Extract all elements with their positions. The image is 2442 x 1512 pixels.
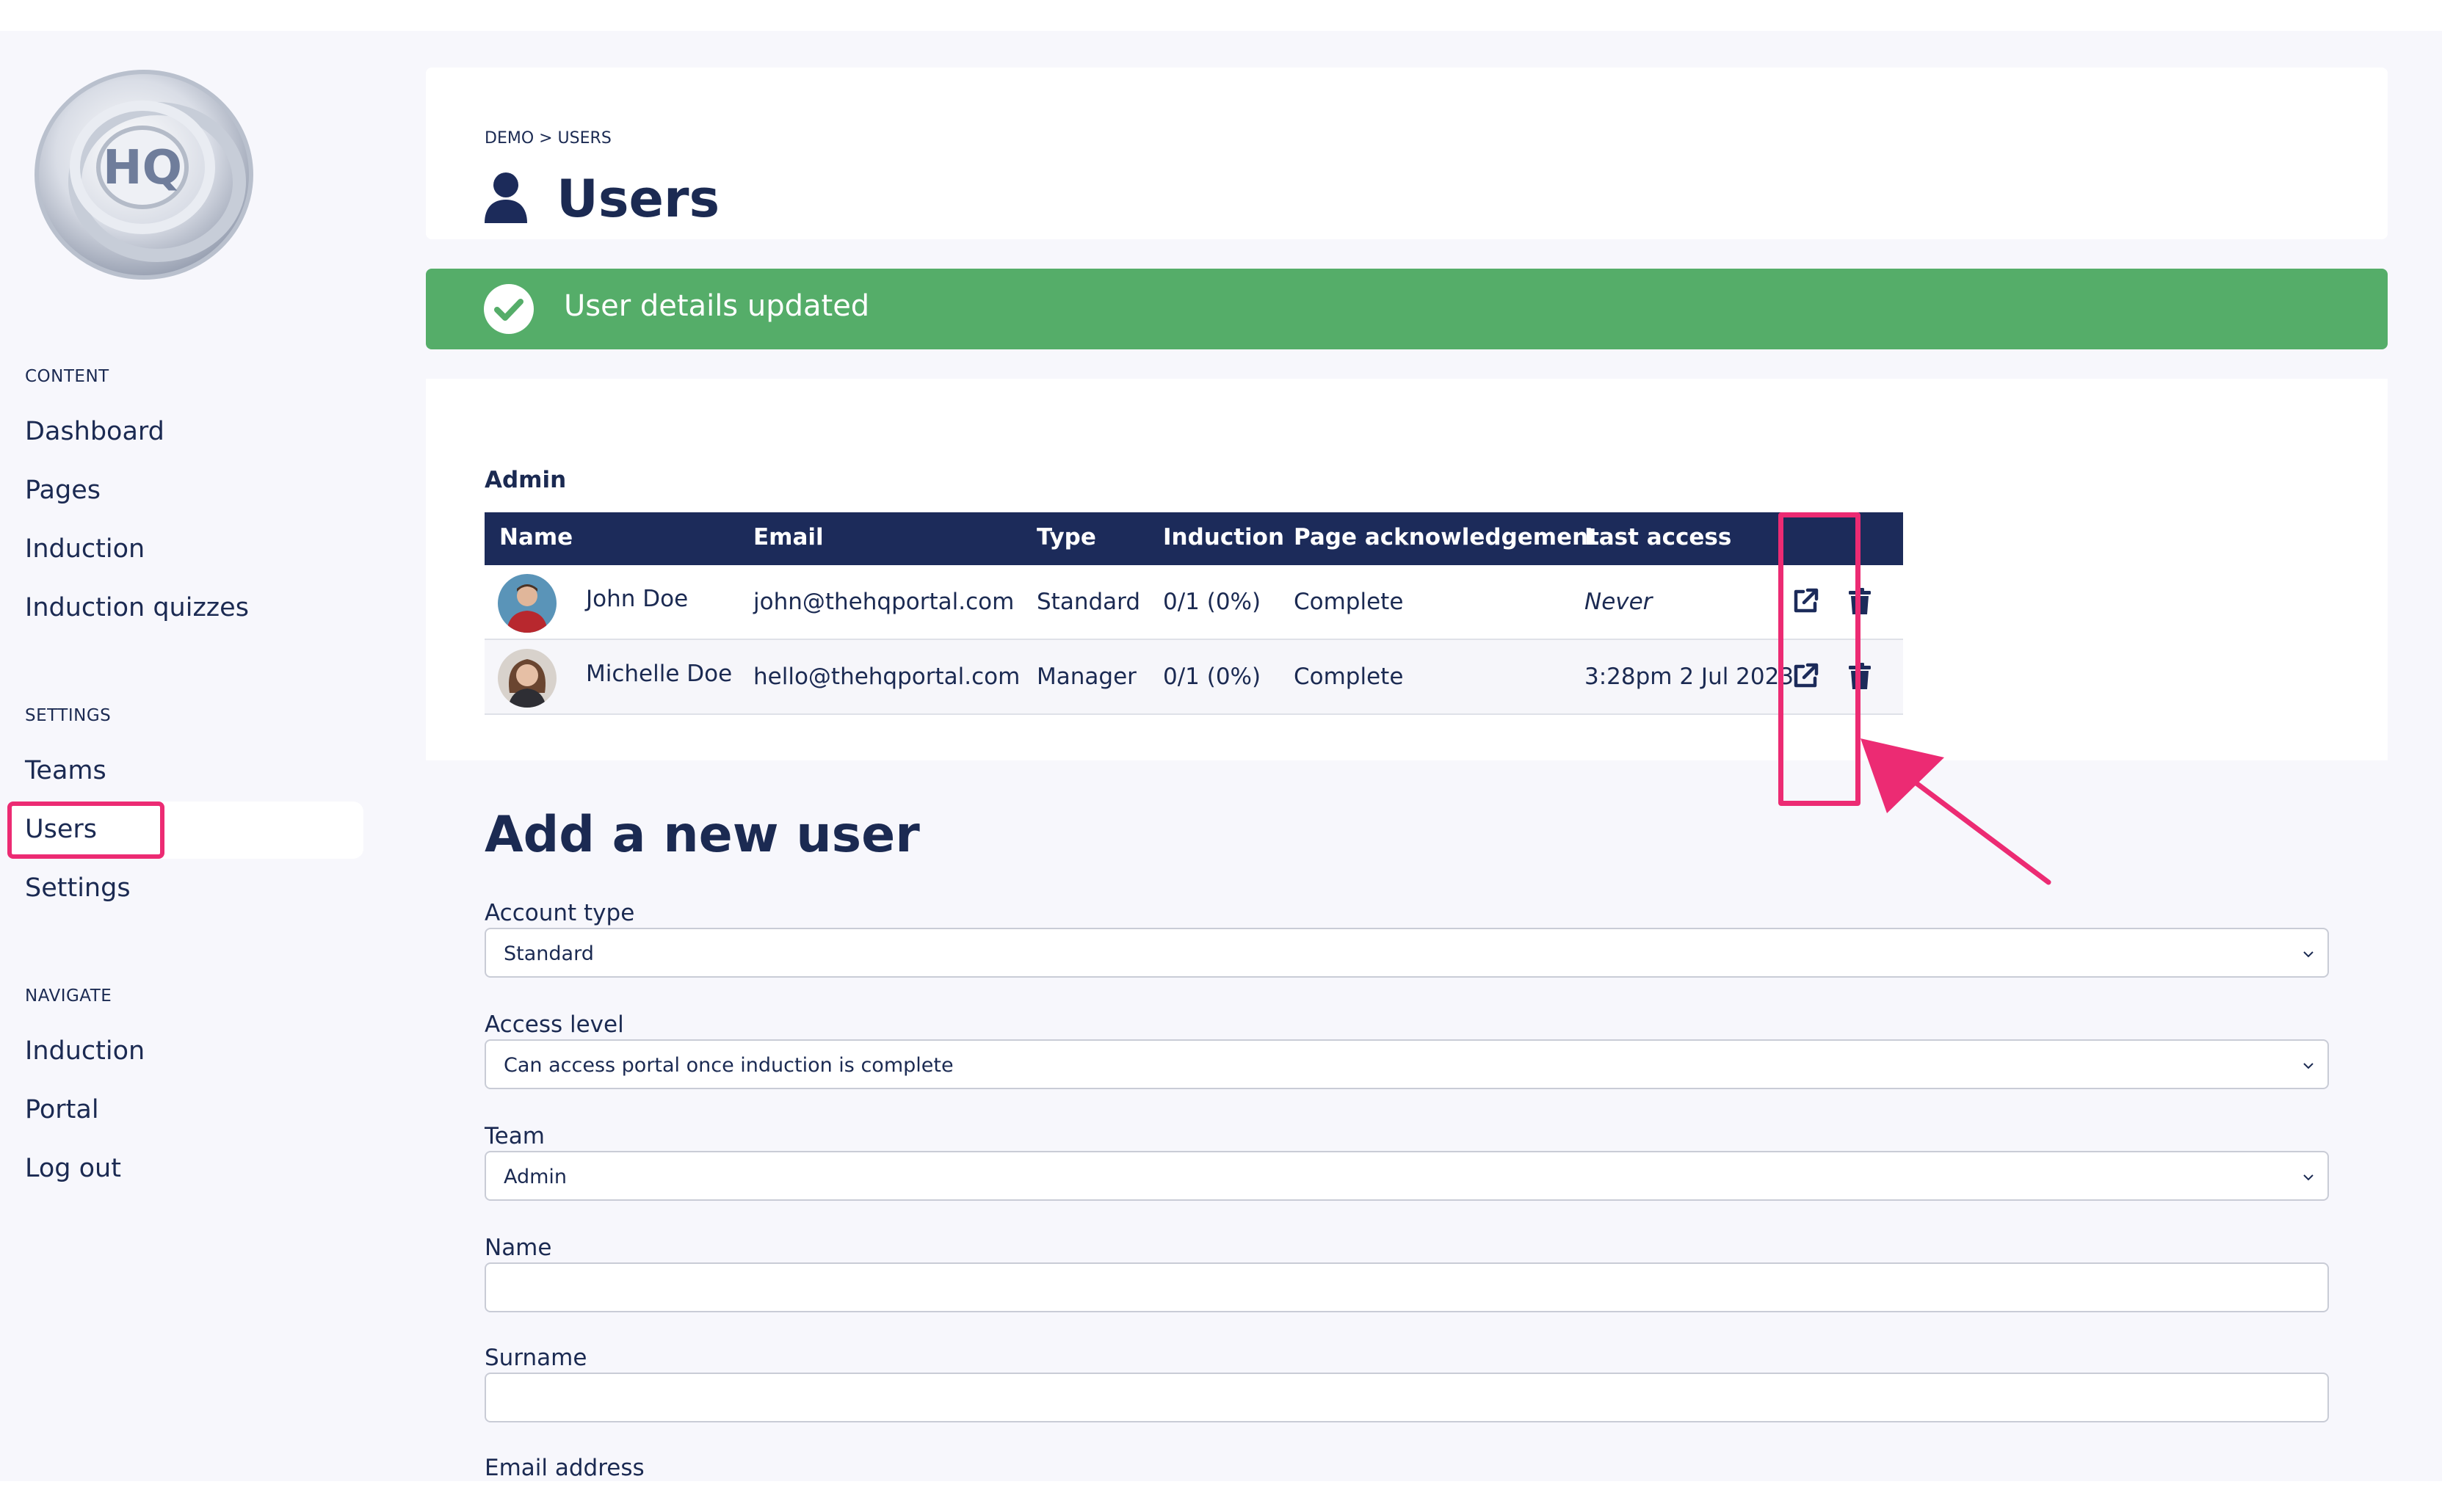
chevron-down-icon [2303, 1063, 2314, 1069]
nav-item-induction-page[interactable]: Induction [25, 1036, 145, 1066]
user-acknowledgement: Complete [1294, 664, 1404, 690]
user-icon [485, 172, 527, 223]
column-header-type: Type [1037, 524, 1096, 550]
access-level-select[interactable]: Can access portal once induction is comp… [485, 1039, 2329, 1089]
column-header-page-acknowledgement: Page acknowledgement [1294, 524, 1600, 550]
access-level-label: Access level [485, 1011, 624, 1038]
hq-logo: HQ [35, 70, 253, 280]
user-induction: 0/1 (0%) [1163, 664, 1261, 690]
user-last-access: Never [1584, 589, 1653, 615]
column-header-last-access: Last access [1584, 524, 1732, 550]
nav-item-portal[interactable]: Portal [25, 1095, 99, 1124]
user-last-access: 3:28pm 2 Jul 2023 [1584, 664, 1794, 690]
sidebar: HQ CONTENT Dashboard Pages Induction Ind… [0, 31, 382, 1481]
page-header: DEMO > USERS Users [426, 68, 2388, 239]
team-group-label: Admin [485, 467, 567, 493]
column-header-name: Name [499, 524, 573, 550]
surname-label: Surname [485, 1345, 587, 1371]
nav-item-dashboard[interactable]: Dashboard [25, 417, 164, 446]
email-label: Email address [485, 1455, 645, 1481]
check-circle-icon [484, 284, 534, 334]
nav-item-settings[interactable]: Settings [25, 873, 131, 903]
page-title: Users [557, 169, 720, 229]
nav-item-pages[interactable]: Pages [25, 476, 101, 505]
account-type-label: Account type [485, 900, 635, 926]
table-row: Michelle Doe hello@thehqportal.com Manag… [485, 640, 1903, 715]
team-select[interactable]: Admin [485, 1151, 2329, 1201]
annotation-highlight-actions [1778, 512, 1861, 806]
name-label: Name [485, 1235, 552, 1261]
user-type: Standard [1037, 589, 1141, 615]
nav-section-navigate: NAVIGATE [25, 986, 112, 1006]
user-acknowledgement: Complete [1294, 589, 1404, 615]
nav-item-induction-quizzes[interactable]: Induction quizzes [25, 593, 249, 622]
access-level-value: Can access portal once induction is comp… [504, 1054, 954, 1077]
app-window: HQ CONTENT Dashboard Pages Induction Ind… [0, 31, 2442, 1481]
add-user-form: Add a new user Account type Standard Acc… [426, 760, 2388, 1481]
chevron-down-icon [2303, 1174, 2314, 1181]
user-email: john@thehqportal.com [753, 589, 1015, 615]
table-header: Name Email Type Induction Page acknowled… [485, 512, 1903, 565]
name-input[interactable] [485, 1262, 2329, 1312]
annotation-arrow-icon [1861, 738, 2051, 885]
column-header-induction: Induction [1163, 524, 1285, 550]
avatar [498, 574, 557, 633]
nav-item-teams[interactable]: Teams [25, 756, 106, 785]
nav-section-settings: SETTINGS [25, 706, 112, 725]
annotation-highlight-users [7, 802, 164, 859]
surname-input[interactable] [485, 1373, 2329, 1422]
logo-text: HQ [103, 141, 182, 195]
team-label: Team [485, 1123, 545, 1149]
user-type: Manager [1037, 664, 1137, 690]
user-name: Michelle Doe [586, 661, 733, 687]
table-row: John Doe john@thehqportal.com Standard 0… [485, 565, 1903, 640]
form-title: Add a new user [485, 806, 920, 864]
nav-section-content: CONTENT [25, 367, 109, 386]
account-type-select[interactable]: Standard [485, 928, 2329, 978]
account-type-value: Standard [504, 942, 594, 965]
alert-message: User details updated [564, 289, 870, 323]
chevron-down-icon [2303, 951, 2314, 958]
user-induction: 0/1 (0%) [1163, 589, 1261, 615]
success-alert: User details updated [426, 269, 2388, 349]
avatar [498, 649, 557, 708]
users-table-card: Admin Name Email Type Induction Page ack… [426, 379, 2388, 760]
breadcrumb: DEMO > USERS [485, 129, 612, 148]
nav-item-log-out[interactable]: Log out [25, 1154, 121, 1183]
column-header-email: Email [753, 524, 824, 550]
nav-item-induction[interactable]: Induction [25, 534, 145, 564]
user-name: John Doe [586, 586, 689, 612]
user-email: hello@thehqportal.com [753, 664, 1021, 690]
team-value: Admin [504, 1166, 568, 1188]
